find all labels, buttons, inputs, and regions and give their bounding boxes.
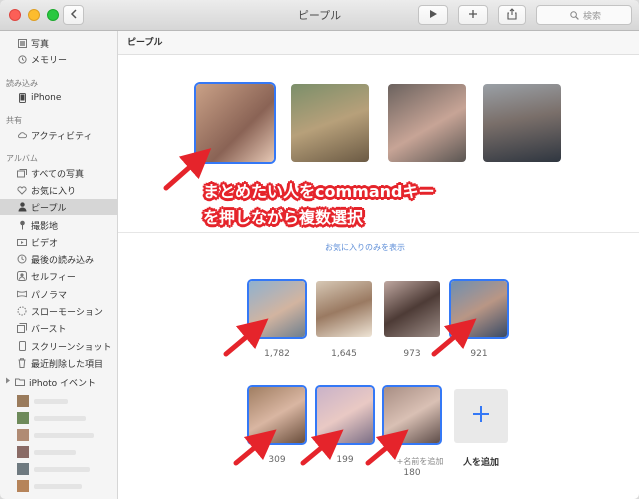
arrow (365, 429, 409, 466)
sidebar-item-memories[interactable]: メモリー (0, 51, 117, 67)
arrow (233, 429, 277, 466)
sidebar-item-label: お気に入り (31, 186, 77, 197)
photo-grid-icon (17, 38, 27, 48)
sidebar-item-photos[interactable]: 写真 (0, 35, 117, 51)
sidebar-item-label: スローモーション (31, 307, 103, 318)
share-icon (507, 7, 517, 23)
event-item[interactable] (17, 478, 112, 494)
sidebar-item-iphone[interactable]: iPhone (0, 90, 117, 106)
person-icon (17, 202, 27, 212)
back-button[interactable] (63, 5, 84, 25)
burst-icon (17, 323, 27, 333)
sidebar-item-favorites[interactable]: お気に入り (0, 182, 117, 198)
pin-icon (17, 220, 27, 230)
play-icon (428, 8, 438, 22)
chevron-left-icon (70, 8, 78, 22)
sidebar-item-label: スクリーンショット (31, 342, 112, 353)
plus-icon (468, 8, 478, 22)
video-icon (17, 237, 27, 247)
minimize-window-button[interactable] (28, 9, 40, 21)
event-thumbnail (17, 446, 29, 458)
sidebar-item-label: メモリー (31, 55, 68, 66)
sidebar-item-label: アクティビティ (31, 131, 93, 142)
disclosure-triangle-icon[interactable] (5, 377, 11, 387)
clock-icon (17, 254, 27, 264)
sidebar-item-label: 最近削除した項目 (31, 359, 104, 370)
event-thumbnail (17, 429, 29, 441)
sidebar-item-panoramas[interactable]: パノラマ (0, 286, 117, 302)
heart-icon (17, 185, 27, 195)
sidebar-item-label: すべての写真 (31, 169, 85, 180)
sidebar-item-last-import[interactable]: 最後の読み込み (0, 251, 117, 267)
screenshot-icon (17, 341, 27, 351)
sidebar-item-bursts[interactable]: バースト (0, 320, 117, 336)
event-thumbnail (17, 463, 29, 475)
sidebar-section-shared: 共有 (6, 116, 22, 125)
event-item[interactable] (17, 393, 112, 409)
title-bar: ピープル 検索 (0, 0, 639, 31)
event-item[interactable] (17, 427, 112, 443)
selfie-icon (17, 271, 27, 281)
event-thumbnail (17, 395, 29, 407)
trash-icon (17, 358, 27, 368)
arrow (163, 148, 212, 191)
sidebar-section-albums: アルバム (6, 154, 38, 163)
close-window-button[interactable] (9, 9, 21, 21)
sidebar-item-label: 写真 (31, 39, 50, 50)
event-item[interactable] (17, 444, 112, 460)
slideshow-button[interactable] (418, 5, 448, 25)
sidebar-item-people[interactable]: ピープル (0, 199, 117, 215)
sidebar: 写真 メモリー 読み込み iPhone 共有 アクティビティ アルバム すべての… (0, 31, 118, 499)
annotation-arrows (163, 148, 477, 466)
zoom-window-button[interactable] (47, 9, 59, 21)
main-content: ピープル お気に入りのみを表示 1,782 1,645 973 921 309 … (118, 31, 639, 499)
sidebar-item-label: iPhoto イベント (29, 378, 97, 389)
add-button[interactable] (458, 5, 488, 25)
sidebar-section-import: 読み込み (6, 79, 38, 88)
share-button[interactable] (498, 5, 526, 25)
sidebar-item-label: セルフィー (31, 272, 76, 283)
arrow (223, 318, 269, 357)
slomo-icon (17, 306, 27, 316)
sidebar-item-activity[interactable]: アクティビティ (0, 127, 117, 143)
sidebar-item-label: ビデオ (31, 238, 59, 249)
event-thumbnail (17, 480, 29, 492)
sidebar-item-label: パノラマ (31, 290, 68, 301)
search-placeholder: 検索 (583, 11, 602, 22)
sidebar-item-label: 最後の読み込み (31, 255, 95, 266)
sidebar-item-recently-deleted[interactable]: 最近削除した項目 (0, 355, 117, 371)
sidebar-item-slo-mo[interactable]: スローモーション (0, 303, 117, 319)
arrow (431, 318, 477, 357)
memories-icon (17, 54, 27, 64)
sidebar-item-places[interactable]: 撮影地 (0, 217, 117, 233)
sidebar-item-label: iPhone (31, 93, 62, 103)
cloud-icon (17, 130, 27, 140)
event-thumbnail (17, 412, 29, 424)
event-item[interactable] (17, 410, 112, 426)
folder-icon (15, 377, 25, 387)
sidebar-item-iphoto-events[interactable]: iPhoto イベント (0, 374, 117, 390)
sidebar-item-selfies[interactable]: セルフィー (0, 268, 117, 284)
sidebar-item-label: ピープル (31, 203, 67, 214)
iphone-icon (17, 93, 27, 103)
panorama-icon (17, 289, 27, 299)
search-field[interactable]: 検索 (536, 5, 632, 25)
sidebar-item-label: バースト (31, 324, 67, 335)
photo-stack-icon (17, 168, 27, 178)
search-icon (570, 10, 579, 20)
sidebar-item-label: 撮影地 (31, 221, 59, 232)
arrow (300, 429, 344, 466)
photos-window: ピープル 検索 写真 メモリー 読み込み iPhone 共有 アクティビティ ア… (0, 0, 639, 499)
sidebar-item-screenshots[interactable]: スクリーンショット (0, 338, 117, 354)
sidebar-item-all-photos[interactable]: すべての写真 (0, 165, 117, 181)
sidebar-item-videos[interactable]: ビデオ (0, 234, 117, 250)
event-item[interactable] (17, 461, 112, 477)
